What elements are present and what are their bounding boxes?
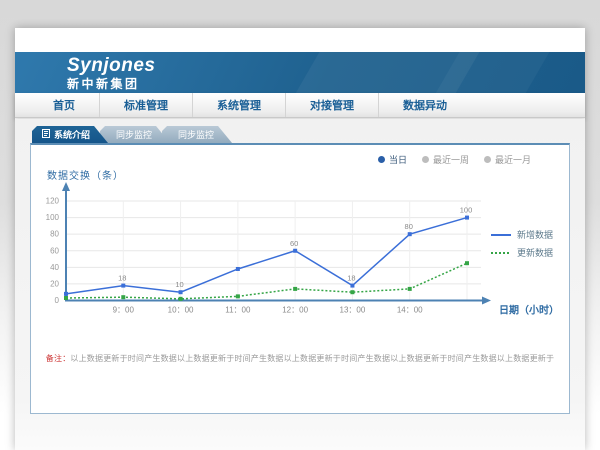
data-point bbox=[179, 297, 183, 301]
x-tick-label: 10：00 bbox=[168, 306, 194, 315]
data-point bbox=[121, 284, 125, 288]
range-option-label: 最近一周 bbox=[433, 153, 469, 166]
data-point bbox=[293, 287, 297, 291]
radio-dot-icon bbox=[484, 156, 491, 163]
radio-dot-icon bbox=[422, 156, 429, 163]
range-option-label: 当日 bbox=[389, 153, 407, 166]
data-point bbox=[236, 294, 240, 298]
nav-item-2[interactable]: 系统管理 bbox=[192, 93, 285, 117]
y-axis-arrow-icon bbox=[62, 182, 70, 191]
nav-item-0[interactable]: 首页 bbox=[29, 93, 99, 117]
range-option-0[interactable]: 当日 bbox=[378, 153, 407, 166]
document-icon bbox=[42, 129, 50, 140]
y-tick-label: 80 bbox=[50, 230, 59, 239]
legend-item-0[interactable]: 新增数据 bbox=[491, 229, 553, 240]
x-axis-arrow-icon bbox=[482, 297, 491, 305]
y-tick-label: 60 bbox=[50, 246, 59, 255]
company-logo: Synjones 新中新集团 bbox=[67, 56, 155, 90]
data-point-label: 18 bbox=[347, 274, 355, 283]
x-tick-label: 13：00 bbox=[340, 306, 366, 315]
data-point bbox=[350, 284, 354, 288]
app-header: Synjones 新中新集团 数据资源中心 管理员修改密码退出 bbox=[15, 52, 585, 93]
legend-label: 更新数据 bbox=[517, 247, 553, 258]
data-point bbox=[179, 290, 183, 294]
y-tick-label: 0 bbox=[55, 296, 60, 305]
data-point bbox=[408, 287, 412, 291]
line-chart: 0 20 40 60 80 100 120 9：00 10：00 11：00 12：00 13：00 1… bbox=[31, 181, 569, 331]
x-tick-label: 14：00 bbox=[397, 306, 423, 315]
x-tick-label: 9：00 bbox=[113, 306, 135, 315]
data-point bbox=[465, 261, 469, 265]
system-intro-panel: 当日 最近一周 最近一月 数据交换（条） 0 20 40 60 80 100 120 9：00 10… bbox=[30, 143, 570, 414]
x-axis-title: 日期（小时） bbox=[499, 304, 559, 317]
range-option-label: 最近一月 bbox=[495, 153, 531, 166]
x-tick-label: 12：00 bbox=[282, 306, 308, 315]
data-point-label: 100 bbox=[460, 206, 473, 215]
y-tick-label: 120 bbox=[46, 197, 60, 206]
main-nav: 首页标准管理系统管理对接管理数据异动 bbox=[15, 93, 585, 118]
note-text: 以上数据更新于时间产生数据以上数据更新于时间产生数据以上数据更新于时间产生数据以… bbox=[70, 354, 554, 363]
footer-note: 备注：以上数据更新于时间产生数据以上数据更新于时间产生数据以上数据更新于时间产生… bbox=[31, 353, 569, 364]
legend-item-1[interactable]: 更新数据 bbox=[491, 247, 553, 258]
tab-1[interactable]: 同步监控 bbox=[100, 126, 170, 143]
y-tick-label: 40 bbox=[50, 263, 59, 272]
data-point bbox=[236, 267, 240, 271]
x-tick-label: 11：00 bbox=[225, 306, 251, 315]
data-point-label: 80 bbox=[405, 222, 413, 231]
radio-dot-icon bbox=[378, 156, 385, 163]
range-option-2[interactable]: 最近一月 bbox=[484, 153, 531, 166]
tab-0[interactable]: 系统介绍 bbox=[32, 126, 108, 143]
range-option-1[interactable]: 最近一周 bbox=[422, 153, 469, 166]
y-axis-title: 数据交换（条） bbox=[47, 167, 124, 182]
tab-label: 同步监控 bbox=[116, 128, 152, 141]
data-point bbox=[293, 249, 297, 253]
nav-item-3[interactable]: 对接管理 bbox=[285, 93, 378, 117]
data-point-label: 60 bbox=[290, 239, 298, 248]
nav-item-1[interactable]: 标准管理 bbox=[99, 93, 192, 117]
y-tick-label: 100 bbox=[46, 213, 60, 222]
note-prefix: 备注： bbox=[46, 354, 71, 363]
chart-container: 0 20 40 60 80 100 120 9：00 10：00 11：00 12：00 13：00 1… bbox=[31, 181, 569, 331]
data-point bbox=[465, 216, 469, 220]
y-tick-label: 20 bbox=[50, 279, 59, 288]
data-point bbox=[408, 232, 412, 236]
tab-label: 同步监控 bbox=[178, 128, 214, 141]
nav-item-4[interactable]: 数据异动 bbox=[378, 93, 471, 117]
data-point bbox=[64, 296, 68, 300]
logo-text-cn: 新中新集团 bbox=[67, 78, 155, 90]
tab-bar: 系统介绍 同步监控 同步监控 bbox=[32, 126, 232, 143]
data-point bbox=[350, 290, 354, 294]
data-point bbox=[64, 292, 68, 296]
time-range-group: 当日 最近一周 最近一月 bbox=[378, 153, 531, 166]
data-point-label: 18 bbox=[118, 274, 126, 283]
tab-label: 系统介绍 bbox=[54, 128, 90, 141]
legend-label: 新增数据 bbox=[517, 229, 553, 240]
logo-text-en: Synjones bbox=[67, 56, 155, 75]
tab-2[interactable]: 同步监控 bbox=[162, 126, 232, 143]
data-point bbox=[121, 295, 125, 299]
desktop-background: Synjones 新中新集团 数据资源中心 管理员修改密码退出 首页标准管理系统… bbox=[0, 0, 600, 450]
data-point-label: 10 bbox=[175, 280, 183, 289]
